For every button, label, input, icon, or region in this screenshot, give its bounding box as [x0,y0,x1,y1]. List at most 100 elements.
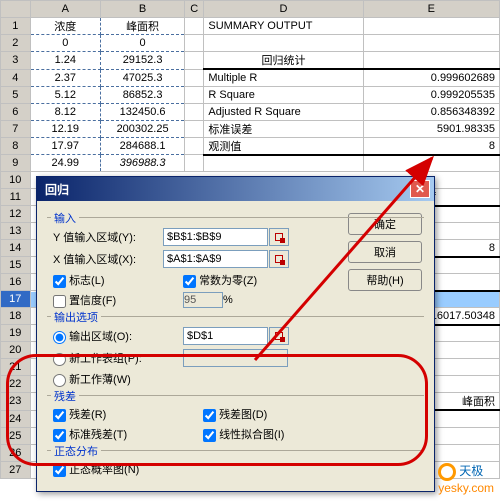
cell[interactable]: 132450.6 [101,103,185,120]
cell[interactable]: 12.19 [30,120,100,137]
cell[interactable]: 5.12 [30,86,100,103]
cell[interactable]: 浓度 [30,18,100,35]
row-header[interactable]: 18 [1,308,31,325]
cell[interactable] [185,103,204,120]
cell[interactable]: 0 [101,35,185,52]
cell[interactable] [185,155,204,172]
output-range-picker-button[interactable] [269,327,289,345]
row-header[interactable]: 23 [1,393,31,411]
cell[interactable]: 0.856348392 [363,103,499,120]
cell[interactable]: SUMMARY OUTPUT [204,18,363,35]
cell[interactable]: 200302.25 [101,120,185,137]
cell[interactable]: 观测值 [204,137,363,155]
row-header[interactable]: 20 [1,342,31,359]
cell[interactable]: 0.999205535 [363,86,499,103]
cell[interactable]: 0 [30,35,100,52]
confidence-input[interactable] [183,292,223,308]
cell[interactable] [185,52,204,70]
cell[interactable]: 8.12 [30,103,100,120]
dialog-titlebar[interactable]: 回归 ✕ [37,177,434,201]
row-header[interactable]: 26 [1,444,31,461]
close-button[interactable]: ✕ [410,180,430,198]
labels-checkbox[interactable] [53,275,66,288]
x-range-input[interactable] [163,250,268,268]
new-workbook-radio[interactable] [53,374,66,387]
y-range-picker-button[interactable] [269,228,289,246]
row-header[interactable]: 27 [1,461,31,478]
row-header[interactable]: 24 [1,410,31,427]
line-fit-plot-checkbox[interactable] [203,429,216,442]
residual-plot-checkbox[interactable] [203,409,216,422]
col-header-A[interactable]: A [30,1,100,18]
std-residual-checkbox[interactable] [53,429,66,442]
row-header[interactable]: 2 [1,35,31,52]
cell[interactable] [363,52,499,70]
cell[interactable]: 5901.98335 [363,120,499,137]
cell[interactable]: 1.24 [30,52,100,70]
cell[interactable]: 8 [363,137,499,155]
row-header[interactable]: 17 [1,291,31,308]
cell[interactable] [363,18,499,35]
cell[interactable]: 284688.1 [101,137,185,155]
cell[interactable]: 2.37 [30,69,100,86]
row-header[interactable]: 10 [1,172,31,189]
cell[interactable]: 0.999602689 [363,69,499,86]
row-header[interactable]: 4 [1,69,31,86]
cell[interactable] [185,69,204,86]
cell[interactable]: 17.97 [30,137,100,155]
col-header-D[interactable]: D [204,1,363,18]
row-header[interactable]: 8 [1,137,31,155]
cell[interactable]: Multiple R [204,69,363,86]
output-range-input[interactable] [183,327,268,345]
cell[interactable]: 86852.3 [101,86,185,103]
cell[interactable]: 396988.3 [101,155,185,172]
row-header[interactable]: 16 [1,274,31,291]
row-header[interactable]: 21 [1,359,31,376]
row-header[interactable]: 12 [1,206,31,223]
cell[interactable]: 标准误差 [204,120,363,137]
row-header[interactable]: 5 [1,86,31,103]
row-header[interactable]: 25 [1,427,31,444]
cell[interactable]: R Square [204,86,363,103]
cell[interactable] [185,35,204,52]
output-range-radio[interactable] [53,331,66,344]
row-header[interactable]: 15 [1,257,31,274]
cell[interactable]: 47025.3 [101,69,185,86]
normal-prob-plot-checkbox[interactable] [53,464,66,477]
cell[interactable] [363,35,499,52]
cell[interactable] [185,137,204,155]
cell[interactable] [363,155,499,172]
cell[interactable]: 29152.3 [101,52,185,70]
col-header-C[interactable]: C [185,1,204,18]
cell[interactable]: 峰面积 [101,18,185,35]
cell[interactable]: 回归统计 [204,52,363,70]
col-header-E[interactable]: E [363,1,499,18]
x-range-picker-button[interactable] [269,250,289,268]
cell[interactable] [185,86,204,103]
row-header[interactable]: 9 [1,155,31,172]
row-header[interactable]: 14 [1,240,31,257]
new-worksheet-input[interactable] [183,349,288,367]
section-normal-label: 正态分布 [51,443,101,459]
residual-checkbox[interactable] [53,409,66,422]
confidence-checkbox[interactable] [53,295,66,308]
const-zero-checkbox[interactable] [183,275,196,288]
col-header-B[interactable]: B [101,1,185,18]
cell[interactable] [185,120,204,137]
row-header[interactable]: 7 [1,120,31,137]
row-header[interactable]: 22 [1,376,31,393]
cell[interactable]: 24.99 [30,155,100,172]
row-header[interactable]: 19 [1,325,31,342]
cell[interactable] [204,155,363,172]
y-range-input[interactable] [163,228,268,246]
corner-cell[interactable] [1,1,31,18]
row-header[interactable]: 1 [1,18,31,35]
cell[interactable] [204,35,363,52]
cell[interactable] [185,18,204,35]
row-header[interactable]: 13 [1,223,31,240]
row-header[interactable]: 11 [1,189,31,206]
row-header[interactable]: 6 [1,103,31,120]
row-header[interactable]: 3 [1,52,31,70]
new-worksheet-radio[interactable] [53,353,66,366]
cell[interactable]: Adjusted R Square [204,103,363,120]
